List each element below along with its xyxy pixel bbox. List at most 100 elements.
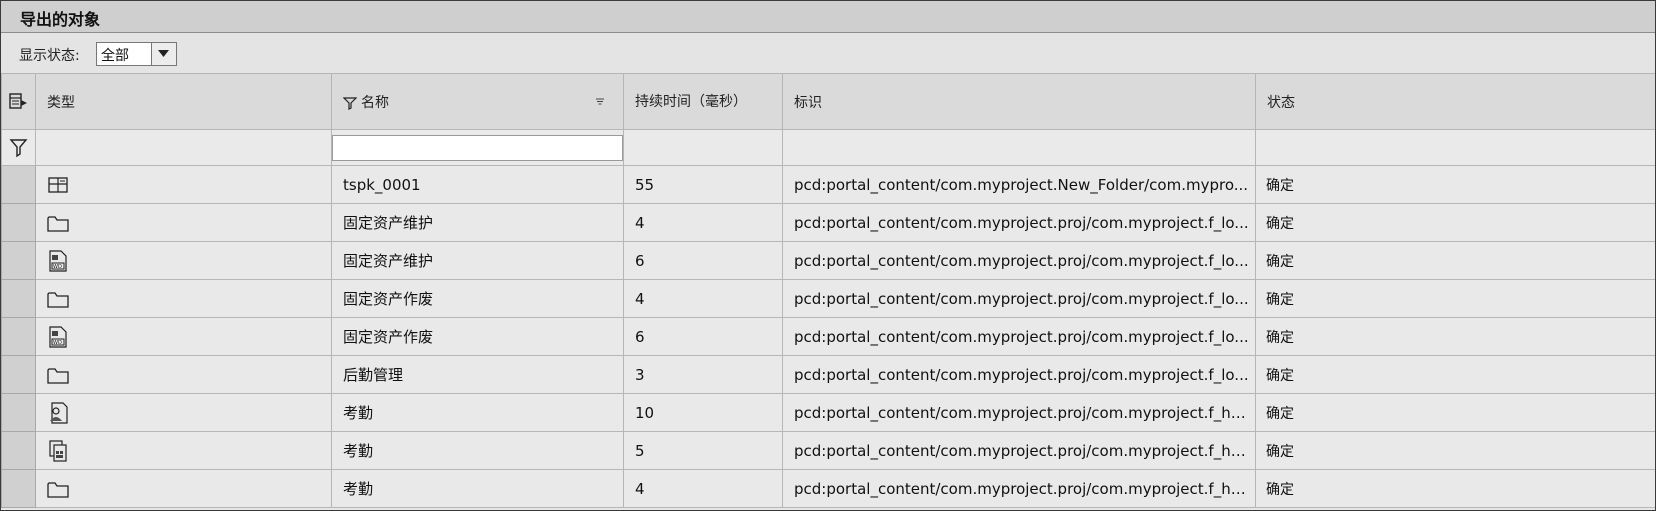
duration-cell: 4 xyxy=(623,203,783,242)
filter-cell-duration xyxy=(623,129,783,166)
state-cell: 确定 xyxy=(1255,355,1655,394)
state-text: 确定 xyxy=(1266,443,1294,460)
sort-icon[interactable] xyxy=(595,96,605,106)
column-header-id[interactable]: 标识 xyxy=(782,73,1256,130)
id-text: pcd:portal_content/com.myproject.proj/co… xyxy=(794,327,1249,346)
name-text: 考勤 xyxy=(343,480,374,498)
status-filter-label: 显示状态: xyxy=(19,48,80,64)
state-cell: 确定 xyxy=(1255,469,1655,508)
duration-cell: 4 xyxy=(623,279,783,318)
panel-title-bar: 导出的对象 xyxy=(1,1,1655,33)
column-header-state[interactable]: 状态 xyxy=(1255,73,1655,130)
id-text: pcd:portal_content/com.myproject.New_Fol… xyxy=(794,175,1249,194)
row-selector[interactable] xyxy=(1,355,36,394)
column-header-name-label: 名称 xyxy=(361,94,389,111)
row-selector[interactable] xyxy=(1,241,36,280)
filter-funnel-icon[interactable] xyxy=(8,137,30,159)
type-cell xyxy=(35,279,332,318)
duration-text: 5 xyxy=(635,441,645,460)
row-selector[interactable] xyxy=(1,469,36,508)
filter-funnel-icon xyxy=(343,96,357,110)
filter-row xyxy=(1,129,1655,166)
name-cell: 固定资产作废 xyxy=(331,279,624,318)
id-cell: pcd:portal_content/com.myproject.proj/co… xyxy=(782,355,1256,394)
table-row[interactable]: WD 固定资产维护 6 pcd:portal_content/com.myprojec… xyxy=(1,241,1655,280)
panel-title: 导出的对象 xyxy=(20,10,101,29)
duration-text: 10 xyxy=(635,403,655,422)
name-filter-input[interactable] xyxy=(332,134,623,161)
status-filter-dropdown[interactable]: 全部 xyxy=(96,42,177,66)
row-selector[interactable] xyxy=(1,431,36,470)
duration-cell: 3 xyxy=(623,355,783,394)
type-cell xyxy=(35,469,332,508)
table-row[interactable]: 固定资产维护 4 pcd:portal_content/com.myproject.… xyxy=(1,203,1655,242)
filter-toggle-cell[interactable] xyxy=(1,129,36,166)
state-text: 确定 xyxy=(1266,367,1294,384)
column-header-name[interactable]: 名称 xyxy=(331,73,624,130)
column-settings-icon[interactable] xyxy=(8,91,30,113)
objects-table: 类型 名称 持续时间（毫秒） 标识 状态 tspk_0001 55 pcd:po… xyxy=(1,73,1655,508)
id-cell: pcd:portal_content/com.myproject.New_Fol… xyxy=(782,165,1256,204)
id-cell: pcd:portal_content/com.myproject.proj/co… xyxy=(782,279,1256,318)
id-cell: pcd:portal_content/com.myproject.proj/co… xyxy=(782,203,1256,242)
filter-cell-name xyxy=(331,129,624,166)
state-cell: 确定 xyxy=(1255,393,1655,432)
id-text: pcd:portal_content/com.myproject.proj/co… xyxy=(794,479,1250,498)
dropdown-arrow-button[interactable] xyxy=(151,43,176,65)
type-cell xyxy=(35,431,332,470)
duration-cell: 5 xyxy=(623,431,783,470)
table-row[interactable]: 考勤 4 pcd:portal_content/com.myproject.proj… xyxy=(1,469,1655,508)
iview-icon xyxy=(46,173,70,197)
row-selector[interactable] xyxy=(1,203,36,242)
role-icon xyxy=(46,401,70,425)
table-header-row: 类型 名称 持续时间（毫秒） 标识 状态 xyxy=(1,73,1655,130)
folder-icon xyxy=(46,477,70,501)
id-text: pcd:portal_content/com.myproject.proj/co… xyxy=(794,289,1249,308)
row-selector[interactable] xyxy=(1,279,36,318)
filter-cell-id xyxy=(782,129,1256,166)
name-cell: 考勤 xyxy=(331,431,624,470)
column-header-id-label: 标识 xyxy=(794,94,822,111)
duration-text: 4 xyxy=(635,289,645,308)
type-cell xyxy=(35,393,332,432)
table-row[interactable]: 后勤管理 3 pcd:portal_content/com.myproject.pr… xyxy=(1,355,1655,394)
duration-cell: 6 xyxy=(623,317,783,356)
type-cell: WD xyxy=(35,317,332,356)
state-text: 确定 xyxy=(1266,405,1294,422)
duration-text: 4 xyxy=(635,479,645,498)
state-text: 确定 xyxy=(1266,291,1294,308)
id-cell: pcd:portal_content/com.myproject.proj/co… xyxy=(782,317,1256,356)
duration-text: 4 xyxy=(635,213,645,232)
column-header-duration[interactable]: 持续时间（毫秒） xyxy=(623,73,783,130)
id-cell: pcd:portal_content/com.myproject.proj/co… xyxy=(782,241,1256,280)
type-cell: WD xyxy=(35,241,332,280)
name-text: tspk_0001 xyxy=(343,175,421,194)
row-selector[interactable] xyxy=(1,165,36,204)
workset-icon xyxy=(46,439,70,463)
column-header-type-label: 类型 xyxy=(47,94,75,111)
table-row[interactable]: 考勤 10 pcd:portal_content/com.myproject.pro… xyxy=(1,393,1655,432)
table-row[interactable]: 固定资产作废 4 pcd:portal_content/com.myproject.… xyxy=(1,279,1655,318)
folder-icon xyxy=(46,287,70,311)
name-cell: 固定资产作废 xyxy=(331,317,624,356)
state-text: 确定 xyxy=(1266,481,1294,498)
table-row[interactable]: 考勤 5 pcd:portal_content/com.myproject.proj… xyxy=(1,431,1655,470)
state-text: 确定 xyxy=(1266,329,1294,346)
state-cell: 确定 xyxy=(1255,279,1655,318)
table-row[interactable]: WD 固定资产作废 6 pcd:portal_content/com.myprojec… xyxy=(1,317,1655,356)
table-row[interactable]: tspk_0001 55 pcd:portal_content/com.myproj… xyxy=(1,165,1655,204)
row-selector[interactable] xyxy=(1,393,36,432)
row-selector[interactable] xyxy=(1,317,36,356)
id-cell: pcd:portal_content/com.myproject.proj/co… xyxy=(782,469,1256,508)
duration-cell: 6 xyxy=(623,241,783,280)
duration-text: 3 xyxy=(635,365,645,384)
name-cell: 固定资产维护 xyxy=(331,203,624,242)
column-settings-cell[interactable] xyxy=(1,73,36,130)
name-text: 考勤 xyxy=(343,404,374,422)
chevron-down-icon xyxy=(158,50,169,57)
name-cell: tspk_0001 xyxy=(331,165,624,204)
column-header-type[interactable]: 类型 xyxy=(35,73,332,130)
state-cell: 确定 xyxy=(1255,241,1655,280)
name-text: 固定资产作废 xyxy=(343,290,434,308)
filter-cell-state xyxy=(1255,129,1655,166)
